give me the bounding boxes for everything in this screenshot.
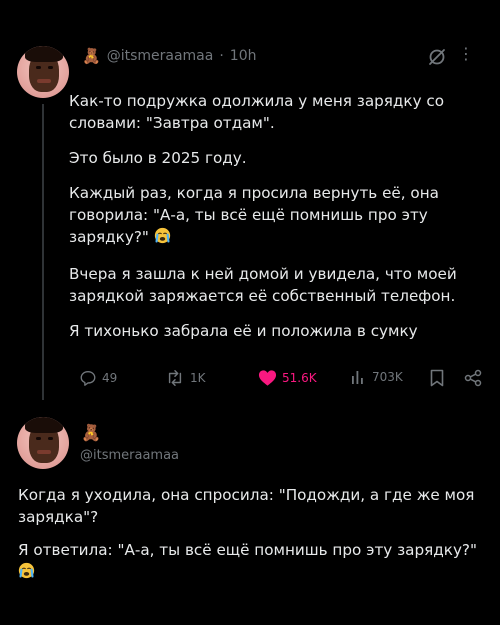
crying-emoji [154,227,171,250]
avatar[interactable] [17,46,69,98]
repost-count: 1K [190,371,206,385]
crying-emoji [18,562,35,585]
separator: · [219,48,224,64]
tweet-text: Когда я уходила, она спросила: "Подожди,… [18,484,488,596]
tweet-paragraph: Как-то подружка одолжила у меня зарядку … [69,92,445,132]
more-icon[interactable]: ⋮ [458,46,474,62]
like-button[interactable]: 51.6K [258,369,317,387]
bookmark-icon [429,369,445,387]
handle[interactable]: @itsmeraamaa [80,448,179,463]
repost-button[interactable]: 1K [165,369,206,387]
like-count: 51.6K [282,371,317,385]
thread-line [42,104,44,400]
tweet-1[interactable]: 🧸 @itsmeraamaa · 10h ⋮ Как-то подружка о… [0,38,500,405]
timestamp[interactable]: 10h [230,48,257,64]
share-icon [464,369,482,387]
views-count: 703K [372,370,403,384]
views-button[interactable]: 703K [351,369,403,385]
grok-icon[interactable] [427,47,447,71]
bookmark-button[interactable] [429,369,445,387]
display-name[interactable]: 🧸 [81,423,101,442]
handle[interactable]: @itsmeraamaa [107,48,214,64]
display-name[interactable]: 🧸 [82,48,101,64]
tweet-paragraph: Я тихонько забрала её и положила в сумку [69,322,418,340]
tweet-header: 🧸 @itsmeraamaa · 10h [82,48,256,64]
tweet-paragraph: Когда я уходила, она спросила: "Подожди,… [18,486,475,526]
avatar[interactable] [17,417,69,469]
reply-icon [79,369,97,387]
tweet-text: Как-то подружка одолжила у меня зарядку … [69,90,484,355]
share-button[interactable] [464,369,482,387]
tweet-paragraph: Вчера я зашла к ней домой и увидела, что… [69,265,457,305]
repost-icon [165,369,185,387]
views-icon [351,369,367,385]
reply-count: 49 [102,371,118,385]
screenshot: 🧸 @itsmeraamaa · 10h ⋮ Как-то подружка о… [0,0,500,625]
tweet-paragraph: Я ответила: "А-а, ты всё ещё помнишь про… [18,539,488,585]
tweet-paragraph: Каждый раз, когда я просила вернуть её, … [69,182,484,250]
tweet-actions: 49 1K 51.6K 703K [79,369,489,391]
heart-icon [258,369,277,387]
tweet-paragraph: Это было в 2025 году. [69,149,247,167]
reply-button[interactable]: 49 [79,369,117,387]
